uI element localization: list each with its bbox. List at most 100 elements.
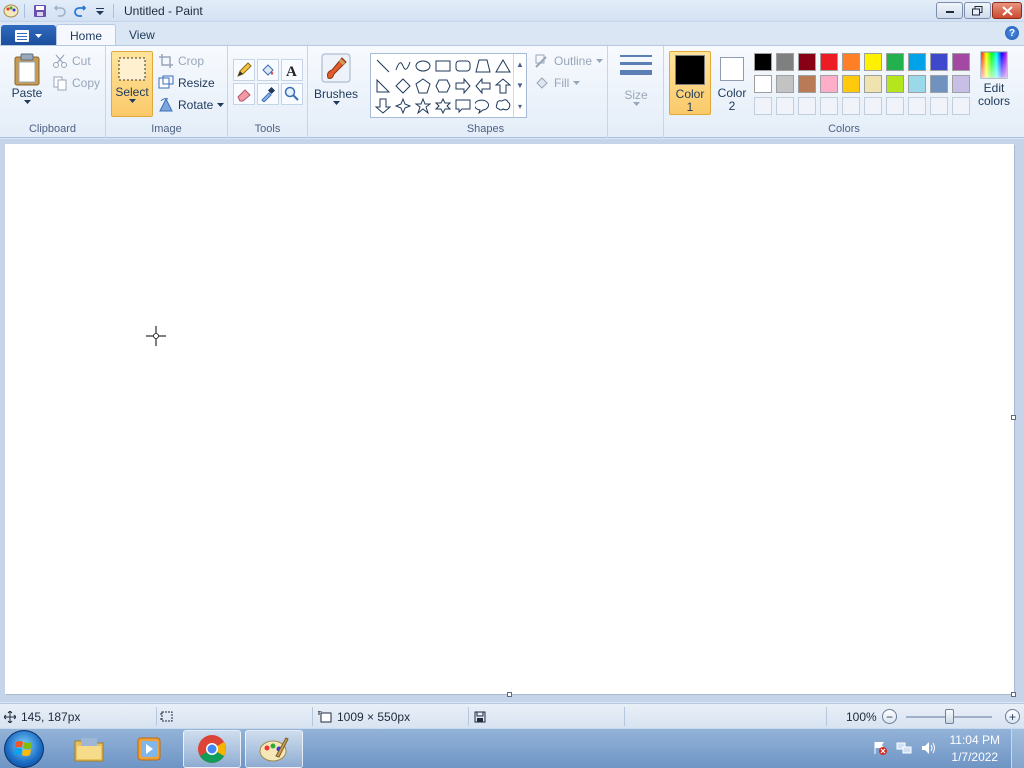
fill-tool[interactable] bbox=[257, 59, 279, 81]
paint-app-icon[interactable] bbox=[2, 2, 20, 20]
left-arrow-shape[interactable] bbox=[473, 76, 493, 96]
rect-callout-shape[interactable] bbox=[453, 96, 473, 116]
palette-swatch[interactable] bbox=[820, 75, 838, 93]
undo-icon[interactable] bbox=[51, 2, 69, 20]
rounded-rectangle-shape[interactable] bbox=[453, 56, 473, 76]
curve-shape[interactable] bbox=[393, 56, 413, 76]
zoom-out-button[interactable]: − bbox=[882, 709, 897, 724]
palette-swatch[interactable] bbox=[886, 75, 904, 93]
tab-view[interactable]: View bbox=[116, 24, 168, 46]
rotate-button[interactable]: Rotate bbox=[158, 95, 225, 115]
magnifier-tool[interactable] bbox=[281, 83, 303, 105]
resize-handle-bottom[interactable] bbox=[507, 692, 512, 697]
palette-swatch[interactable] bbox=[798, 75, 816, 93]
polygon-shape[interactable] bbox=[473, 56, 493, 76]
brushes-button[interactable]: Brushes bbox=[313, 52, 359, 105]
five-point-star-shape[interactable] bbox=[413, 96, 433, 116]
palette-swatch[interactable] bbox=[820, 53, 838, 71]
palette-swatch-empty[interactable] bbox=[798, 97, 816, 115]
palette-swatch[interactable] bbox=[798, 53, 816, 71]
palette-swatch-empty[interactable] bbox=[930, 97, 948, 115]
hexagon-shape[interactable] bbox=[433, 76, 453, 96]
tab-home[interactable]: Home bbox=[56, 24, 117, 46]
color-picker-tool[interactable] bbox=[257, 83, 279, 105]
palette-swatch-empty[interactable] bbox=[886, 97, 904, 115]
save-icon[interactable] bbox=[31, 2, 49, 20]
drawing-canvas[interactable] bbox=[5, 144, 1014, 694]
scroll-up-icon[interactable]: ▲ bbox=[516, 60, 524, 69]
palette-swatch-empty[interactable] bbox=[952, 97, 970, 115]
network-icon[interactable] bbox=[896, 740, 912, 759]
fill-button[interactable]: Fill bbox=[534, 73, 581, 93]
shapes-scroll[interactable]: ▲ ▼ ▾ bbox=[513, 54, 526, 117]
cut-button[interactable]: Cut bbox=[52, 51, 91, 71]
palette-swatch[interactable] bbox=[842, 53, 860, 71]
show-desktop-button[interactable] bbox=[1011, 729, 1024, 768]
minimize-button[interactable] bbox=[936, 2, 963, 19]
palette-swatch-empty[interactable] bbox=[820, 97, 838, 115]
right-triangle-shape[interactable] bbox=[373, 76, 393, 96]
taskbar-clock[interactable]: 11:04 PM 1/7/2022 bbox=[950, 732, 1000, 766]
palette-swatch-empty[interactable] bbox=[754, 97, 772, 115]
taskbar-paint[interactable] bbox=[245, 730, 303, 768]
triangle-shape[interactable] bbox=[493, 56, 513, 76]
close-button[interactable] bbox=[992, 2, 1022, 19]
six-point-star-shape[interactable] bbox=[433, 96, 453, 116]
palette-swatch[interactable] bbox=[776, 53, 794, 71]
taskbar-explorer[interactable] bbox=[60, 730, 118, 768]
resize-button[interactable]: Resize bbox=[158, 73, 215, 93]
palette-swatch[interactable] bbox=[952, 75, 970, 93]
size-button[interactable]: Size bbox=[616, 52, 656, 106]
zoom-in-button[interactable]: + bbox=[1005, 709, 1020, 724]
text-tool[interactable]: A bbox=[281, 59, 303, 81]
palette-swatch[interactable] bbox=[864, 53, 882, 71]
palette-swatch[interactable] bbox=[886, 53, 904, 71]
rectangle-shape[interactable] bbox=[433, 56, 453, 76]
resize-handle-corner[interactable] bbox=[1011, 692, 1016, 697]
scroll-down-icon[interactable]: ▼ bbox=[516, 81, 524, 90]
four-point-star-shape[interactable] bbox=[393, 96, 413, 116]
palette-swatch-empty[interactable] bbox=[908, 97, 926, 115]
palette-swatch[interactable] bbox=[776, 75, 794, 93]
up-arrow-shape[interactable] bbox=[493, 76, 513, 96]
crop-button[interactable]: Crop bbox=[158, 51, 204, 71]
palette-swatch[interactable] bbox=[864, 75, 882, 93]
customize-qat-icon[interactable] bbox=[91, 2, 109, 20]
taskbar-media-player[interactable] bbox=[121, 730, 179, 768]
palette-swatch[interactable] bbox=[754, 53, 772, 71]
resize-handle-right[interactable] bbox=[1011, 415, 1016, 420]
paste-button[interactable]: Paste bbox=[8, 52, 46, 104]
volume-icon[interactable] bbox=[920, 740, 936, 759]
action-center-icon[interactable] bbox=[872, 740, 888, 759]
pencil-tool[interactable] bbox=[233, 59, 255, 81]
paint-menu-button[interactable] bbox=[1, 25, 56, 46]
eraser-tool[interactable] bbox=[233, 83, 255, 105]
line-shape[interactable] bbox=[373, 56, 393, 76]
redo-icon[interactable] bbox=[71, 2, 89, 20]
outline-button[interactable]: Outline bbox=[534, 51, 604, 71]
oval-shape[interactable] bbox=[413, 56, 433, 76]
palette-swatch[interactable] bbox=[930, 75, 948, 93]
cloud-callout-shape[interactable] bbox=[493, 96, 513, 116]
edit-colors-button[interactable]: Edit colors bbox=[972, 51, 1016, 115]
taskbar-chrome[interactable] bbox=[183, 730, 241, 768]
start-button[interactable] bbox=[4, 730, 44, 768]
pentagon-shape[interactable] bbox=[413, 76, 433, 96]
down-arrow-shape[interactable] bbox=[373, 96, 393, 116]
palette-swatch[interactable] bbox=[908, 53, 926, 71]
palette-swatch[interactable] bbox=[908, 75, 926, 93]
palette-swatch[interactable] bbox=[952, 53, 970, 71]
palette-swatch[interactable] bbox=[754, 75, 772, 93]
palette-swatch[interactable] bbox=[930, 53, 948, 71]
help-icon[interactable]: ? bbox=[1005, 26, 1019, 40]
oval-callout-shape[interactable] bbox=[473, 96, 493, 116]
diamond-shape[interactable] bbox=[393, 76, 413, 96]
restore-button[interactable] bbox=[964, 2, 991, 19]
zoom-slider-thumb[interactable] bbox=[945, 709, 954, 724]
copy-button[interactable]: Copy bbox=[52, 73, 100, 93]
palette-swatch-empty[interactable] bbox=[776, 97, 794, 115]
color1-button[interactable]: Color 1 bbox=[669, 51, 711, 115]
palette-swatch[interactable] bbox=[842, 75, 860, 93]
expand-gallery-icon[interactable]: ▾ bbox=[518, 102, 522, 111]
palette-swatch-empty[interactable] bbox=[842, 97, 860, 115]
